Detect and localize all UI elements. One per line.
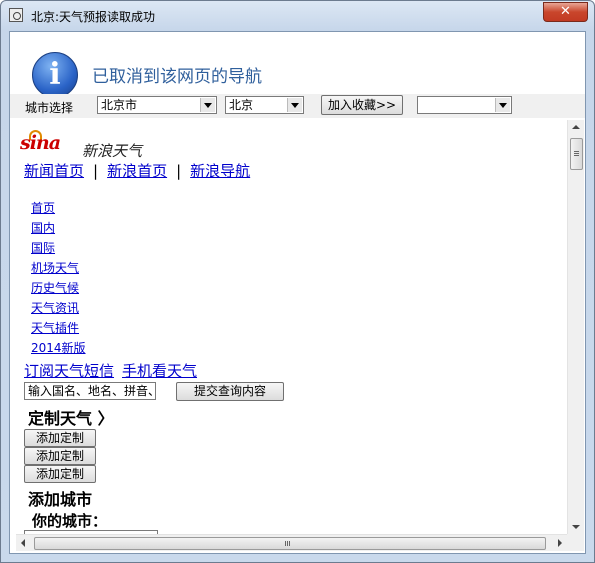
- province-select-value: 北京市: [101, 98, 138, 112]
- add-city-title: 添加城市: [28, 490, 93, 509]
- sub-links: 订阅天气短信 手机看天气: [24, 360, 197, 381]
- nav-item: 国际: [31, 240, 86, 260]
- grip-line: [574, 155, 579, 156]
- grip-line: [287, 541, 288, 546]
- app-window: 北京:天气预报读取成功 ✕ i 已取消到该网页的导航 城市选择 北京市 北京 加…: [0, 0, 595, 563]
- nav-item: 历史气候: [31, 280, 86, 300]
- scroll-left-arrow-icon[interactable]: [21, 539, 25, 547]
- chevron-down-icon[interactable]: [495, 98, 510, 112]
- link-sina-home[interactable]: 新浪首页: [107, 162, 167, 180]
- nav-item: 天气资讯: [31, 300, 86, 320]
- grip-line: [574, 153, 579, 154]
- nav-link-home[interactable]: 首页: [31, 201, 55, 215]
- grip-line: [285, 541, 286, 546]
- sina-logo[interactable]: sina 新浪天气: [20, 130, 150, 160]
- nav-link-history[interactable]: 历史气候: [31, 281, 79, 295]
- scroll-up-arrow-icon[interactable]: [572, 125, 580, 129]
- city-select[interactable]: 北京: [225, 96, 304, 114]
- province-select[interactable]: 北京市: [97, 96, 217, 114]
- nav-item: 天气插件: [31, 320, 86, 340]
- city-select-value: 北京: [229, 98, 254, 112]
- link-news-home[interactable]: 新闻首页: [24, 162, 84, 180]
- add-custom-button[interactable]: 添加定制: [24, 465, 96, 483]
- nav-link-plugin[interactable]: 天气插件: [31, 321, 79, 335]
- nav-link-2014[interactable]: 2014新版: [31, 341, 86, 355]
- nav-item: 国内: [31, 220, 86, 240]
- add-favorite-button[interactable]: 加入收藏>>: [321, 95, 403, 115]
- add-custom-button[interactable]: 添加定制: [24, 429, 96, 447]
- vertical-scroll-thumb[interactable]: [570, 138, 583, 170]
- close-button[interactable]: ✕: [543, 2, 588, 22]
- add-custom-button[interactable]: 添加定制: [24, 447, 96, 465]
- nav-item: 2014新版: [31, 340, 86, 360]
- your-city-label: 你的城市：: [32, 512, 108, 530]
- scroll-right-arrow-icon[interactable]: [558, 539, 562, 547]
- link-mobile-weather[interactable]: 手机看天气: [122, 362, 197, 380]
- chevron-down-icon[interactable]: [287, 98, 302, 112]
- window-title: 北京:天气预报读取成功: [31, 10, 156, 24]
- favorites-select[interactable]: [417, 96, 512, 114]
- client-area: i 已取消到该网页的导航 城市选择 北京市 北京 加入收藏>> sina 新浪天…: [9, 31, 586, 554]
- submit-query-button[interactable]: 提交查询内容: [176, 382, 284, 401]
- vertical-scrollbar[interactable]: [567, 120, 584, 534]
- nav-link-international[interactable]: 国际: [31, 241, 55, 255]
- horizontal-scrollbar[interactable]: [16, 534, 567, 551]
- sina-weather-title: 新浪天气: [82, 142, 143, 160]
- top-links: 新闻首页 | 新浪首页 | 新浪导航: [24, 160, 250, 181]
- grip-line: [574, 151, 579, 152]
- custom-weather-title[interactable]: 定制天气 〉: [28, 405, 114, 429]
- horizontal-scroll-thumb[interactable]: [34, 537, 546, 550]
- info-banner: i 已取消到该网页的导航: [10, 32, 585, 98]
- sina-logo-text: sina: [20, 132, 61, 154]
- app-icon[interactable]: [9, 8, 23, 22]
- nav-item: 首页: [31, 200, 86, 220]
- link-separator: |: [93, 162, 99, 180]
- link-sina-nav[interactable]: 新浪导航: [190, 162, 250, 180]
- banner-message: 已取消到该网页的导航: [92, 67, 262, 87]
- city-select-label: 城市选择: [25, 101, 74, 115]
- chevron-down-icon[interactable]: [200, 98, 215, 112]
- web-content[interactable]: sina 新浪天气 新闻首页 | 新浪首页 | 新浪导航 首页 国内 国际 机场天气 历…: [16, 120, 567, 534]
- search-input[interactable]: 输入国名、地名、拼音、: [24, 382, 156, 400]
- nav-item: 机场天气: [31, 260, 86, 280]
- nav-link-domestic[interactable]: 国内: [31, 221, 55, 235]
- scroll-down-arrow-icon[interactable]: [572, 525, 580, 529]
- weather-nav: 首页 国内 国际 机场天气 历史气候 天气资讯 天气插件 2014新版: [31, 200, 86, 360]
- grip-line: [289, 541, 290, 546]
- city-toolbar: 城市选择 北京市 北京 加入收藏>>: [10, 94, 585, 118]
- link-separator: |: [176, 162, 182, 180]
- nav-link-airport[interactable]: 机场天气: [31, 261, 79, 275]
- link-sms-subscribe[interactable]: 订阅天气短信: [24, 362, 114, 380]
- scrollbar-corner: [567, 534, 584, 551]
- nav-link-news[interactable]: 天气资讯: [31, 301, 79, 315]
- info-icon: i: [32, 52, 78, 98]
- title-bar[interactable]: 北京:天气预报读取成功 ✕: [1, 1, 594, 29]
